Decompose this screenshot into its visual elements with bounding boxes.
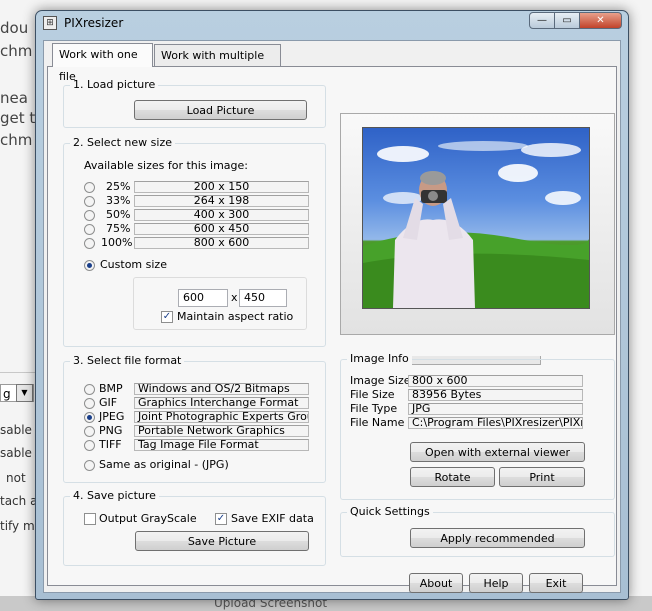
size-33-dims: 264 x 198 (134, 195, 309, 207)
background-text: chm (0, 131, 33, 149)
file-size-value: 83956 Bytes (408, 389, 583, 401)
background-text: nea (0, 89, 28, 107)
maximize-button[interactable]: ▭ (554, 12, 580, 29)
size-100-radio[interactable] (84, 238, 95, 249)
format-jpeg-desc: Joint Photographic Experts Group (134, 411, 309, 423)
client-area: Work with one file Work with multiple fi… (43, 40, 621, 593)
group-label: 2. Select new size (70, 136, 175, 149)
preview-photo (363, 141, 589, 308)
background-text: chm (0, 42, 33, 60)
background-divider (0, 372, 36, 373)
format-gif-desc: Graphics Interchange Format (134, 397, 309, 409)
background-text: tify m (0, 519, 35, 533)
size-25-radio[interactable] (84, 182, 95, 193)
select-size-group: 2. Select new size Available sizes for t… (63, 136, 326, 347)
rotate-button[interactable]: Rotate (410, 467, 495, 487)
size-25-dims: 200 x 150 (134, 181, 309, 193)
file-type-label: File Type (350, 402, 398, 415)
image-size-label: Image Size (350, 374, 411, 387)
output-grayscale-checkbox[interactable] (84, 513, 96, 525)
image-size-value: 800 x 600 (408, 375, 583, 387)
preview-monitor (340, 113, 615, 365)
load-picture-button[interactable]: Load Picture (134, 100, 307, 120)
background-text: sable (0, 423, 32, 437)
tab-work-with-multiple-files[interactable]: Work with multiple files (154, 44, 281, 84)
format-bmp-desc: Windows and OS/2 Bitmaps (134, 383, 309, 395)
quick-settings-group: Quick Settings Apply recommended (340, 505, 615, 557)
group-label: Quick Settings (347, 505, 433, 518)
apply-recommended-button[interactable]: Apply recommended (410, 528, 585, 548)
size-33-label[interactable]: 33% (106, 194, 130, 207)
custom-size-label[interactable]: Custom size (100, 258, 167, 271)
size-50-dims: 400 x 300 (134, 209, 309, 221)
app-icon[interactable]: ⊞ (43, 16, 57, 30)
custom-size-radio[interactable] (84, 260, 95, 271)
minimize-button[interactable]: — (529, 12, 555, 29)
select-format-group: 3. Select file format BMP Windows and OS… (63, 354, 326, 483)
background-text: sable (0, 446, 32, 460)
available-sizes-label: Available sizes for this image: (84, 159, 249, 172)
save-exif-label[interactable]: Save EXIF data (231, 512, 314, 525)
background-text: get t (0, 109, 36, 127)
size-50-radio[interactable] (84, 210, 95, 221)
tab-panel: 1. Load picture Load Picture 2. Select n… (47, 66, 617, 593)
preview-image (362, 127, 590, 309)
format-png-radio[interactable] (84, 426, 95, 437)
background-text: dou (0, 19, 29, 37)
file-type-value: JPG (408, 403, 583, 415)
tab-work-with-one-file[interactable]: Work with one file (52, 43, 153, 83)
file-name-value: C:\Program Files\PIXresizer\PIXresiz (408, 417, 583, 429)
size-50-label[interactable]: 50% (106, 208, 130, 221)
custom-width-input[interactable]: 600 (178, 289, 228, 307)
print-button[interactable]: Print (499, 467, 585, 487)
size-33-radio[interactable] (84, 196, 95, 207)
format-tiff-label[interactable]: TIFF (99, 438, 122, 451)
format-tiff-desc: Tag Image File Format (134, 439, 309, 451)
format-gif-radio[interactable] (84, 398, 95, 409)
format-jpeg-label[interactable]: JPEG (99, 410, 124, 423)
size-100-label[interactable]: 100% (101, 236, 132, 249)
group-label: 4. Save picture (70, 489, 159, 502)
size-75-radio[interactable] (84, 224, 95, 235)
group-label: Image Info (347, 352, 412, 365)
load-picture-group: 1. Load picture Load Picture (63, 78, 326, 128)
save-picture-button[interactable]: Save Picture (135, 531, 309, 551)
group-label: 1. Load picture (70, 78, 159, 91)
format-bmp-label[interactable]: BMP (99, 382, 123, 395)
output-grayscale-label[interactable]: Output GrayScale (99, 512, 197, 525)
format-same-label[interactable]: Same as original - (JPG) (99, 458, 229, 471)
pixresizer-window: ⊞ PIXresizer — ▭ ✕ Work with one file Wo… (35, 10, 629, 600)
about-button[interactable]: About (409, 573, 463, 593)
maintain-aspect-checkbox[interactable]: ✓ (161, 311, 173, 323)
group-label: 3. Select file format (70, 354, 185, 367)
size-100-dims: 800 x 600 (134, 237, 309, 249)
image-info-group: Image Info Image Size 800 x 600 File Siz… (340, 352, 615, 500)
title-bar[interactable]: ⊞ PIXresizer — ▭ ✕ (36, 11, 628, 35)
format-png-desc: Portable Network Graphics (134, 425, 309, 437)
chevron-down-icon[interactable]: ▼ (16, 384, 33, 402)
size-75-label[interactable]: 75% (106, 222, 130, 235)
save-exif-checkbox[interactable]: ✓ (215, 513, 227, 525)
close-button[interactable]: ✕ (579, 12, 622, 29)
format-tiff-radio[interactable] (84, 440, 95, 451)
format-gif-label[interactable]: GIF (99, 396, 117, 409)
save-picture-group: 4. Save picture Output GrayScale ✓ Save … (63, 489, 326, 566)
maintain-aspect-label[interactable]: Maintain aspect ratio (177, 310, 293, 323)
window-title: PIXresizer (64, 16, 124, 30)
exit-button[interactable]: Exit (529, 573, 583, 593)
help-button[interactable]: Help (469, 573, 523, 593)
file-name-label: File Name (350, 416, 405, 429)
background-text: not (6, 471, 26, 485)
format-same-radio[interactable] (84, 460, 95, 471)
format-png-label[interactable]: PNG (99, 424, 122, 437)
times-label: x (231, 291, 238, 304)
size-75-dims: 600 x 450 (134, 223, 309, 235)
size-25-label[interactable]: 25% (106, 180, 130, 193)
background-text: tach a (0, 494, 38, 508)
custom-height-input[interactable]: 450 (239, 289, 287, 307)
format-bmp-radio[interactable] (84, 384, 95, 395)
format-jpeg-radio[interactable] (84, 412, 95, 423)
file-size-label: File Size (350, 388, 395, 401)
open-external-viewer-button[interactable]: Open with external viewer (410, 442, 585, 462)
